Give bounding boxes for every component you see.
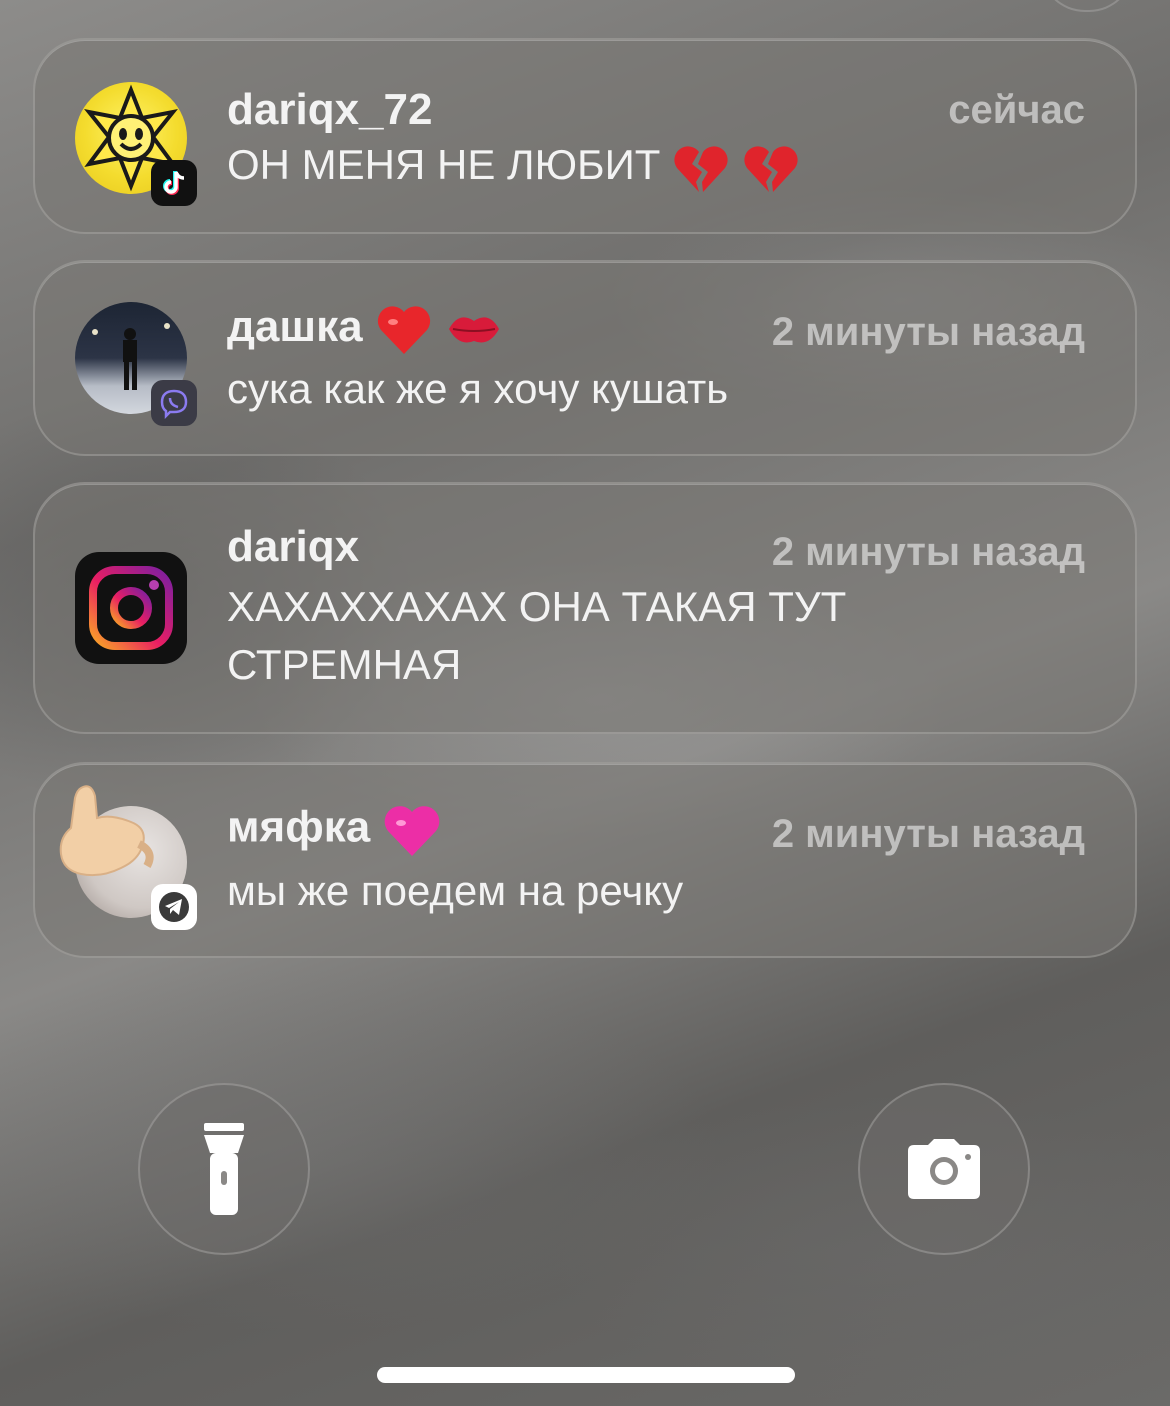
notification-instagram[interactable]: dariqx 2 минуты назад ХАХАХХАХАХ ОНА ТАК… [33,482,1137,734]
camera-button[interactable] [858,1083,1030,1255]
timestamp: 2 минуты назад [771,812,1085,856]
pink-heart-icon [385,806,440,856]
timestamp: 2 минуты назад [771,530,1085,574]
notification-tiktok[interactable]: dariqx_72 сейчас ОН МЕНЯ НЕ ЛЮБИТ [33,38,1137,234]
instagram-icon [75,552,187,664]
message-text: ХАХАХХАХАХ ОНА ТАКАЯ ТУТ СТРЕМНАЯ [227,583,847,688]
sender-name: dariqx_72 [227,85,433,134]
home-indicator[interactable] [377,1367,795,1383]
camera-icon [908,1139,980,1199]
avatar [59,785,197,930]
sender-name: мяфка [227,802,442,858]
message-text: мы же поедем на речку [227,867,684,914]
tiktok-icon [151,160,197,206]
red-heart-icon [377,306,430,355]
notification-viber[interactable]: дашка 2 минуты назад сука как же я хочу … [33,260,1137,456]
avatar [75,302,197,426]
top-edge-circle [1040,0,1134,12]
notification-telegram[interactable]: мяфка 2 минуты назад мы же поедем на реч… [33,762,1137,958]
kiss-mark-icon [449,317,500,343]
telegram-icon [151,884,197,930]
timestamp: 2 минуты назад [771,310,1085,354]
broken-heart-icon [744,146,798,192]
viber-icon [151,380,197,426]
message-text: ОН МЕНЯ НЕ ЛЮБИТ [227,136,1107,194]
avatar [75,82,197,206]
flashlight-icon [204,1123,244,1215]
broken-heart-icon [674,146,728,192]
flashlight-button[interactable] [138,1083,310,1255]
sender-name: dariqx [227,522,360,571]
call-me-hand-icon [59,785,154,877]
sender-name: дашка [227,302,503,356]
timestamp: сейчас [948,88,1085,132]
message-text: сука как же я хочу кушать [227,365,729,412]
